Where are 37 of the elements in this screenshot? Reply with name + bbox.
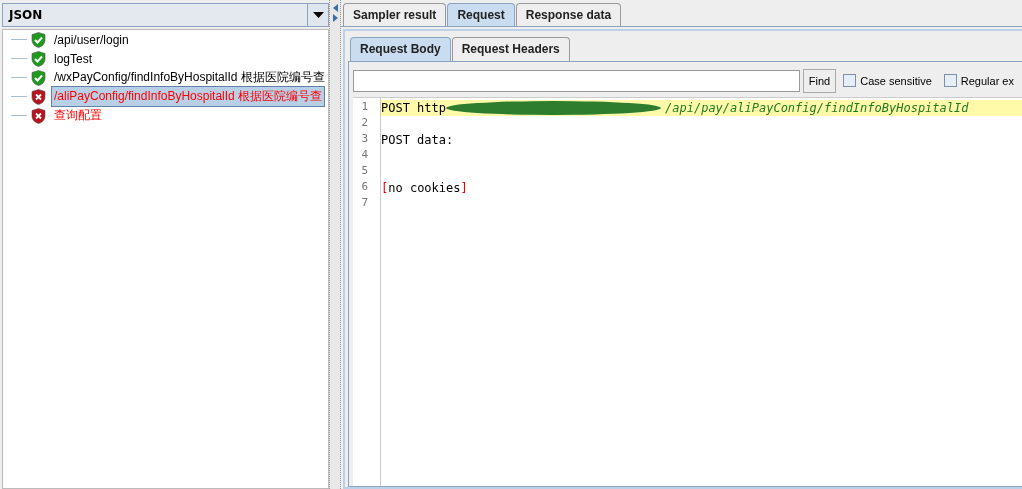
line-number: 5 — [360, 164, 369, 179]
shield-check-icon — [31, 69, 46, 86]
checkbox-label: Case sensitive — [860, 74, 932, 87]
find-button[interactable]: Find — [802, 68, 837, 93]
bracket: [ — [381, 181, 389, 195]
checkbox[interactable] — [943, 74, 957, 87]
line-number: 7 — [360, 196, 369, 211]
checkbox-label: Regular ex — [960, 74, 1014, 87]
line-number: 2 — [360, 116, 369, 131]
tree-item[interactable]: logTest — [51, 49, 96, 68]
tab[interactable]: Request Body — [350, 37, 451, 61]
search-field[interactable] — [353, 69, 800, 92]
line-number: 4 — [360, 148, 369, 163]
tree-item[interactable]: /api/user/login — [51, 30, 132, 49]
code-text: no cookies — [388, 181, 461, 195]
tree-item[interactable]: 查询配置 — [51, 105, 105, 126]
line-number: 3 — [360, 132, 369, 147]
code-text: POST data: — [381, 133, 454, 147]
shield-check-icon — [31, 50, 46, 67]
tab[interactable]: Request — [447, 3, 515, 26]
shield-cross-icon — [31, 88, 46, 105]
caret-icon — [312, 12, 324, 18]
bracket: ] — [460, 181, 468, 195]
code-text: POST http — [381, 101, 447, 115]
tab[interactable]: Sampler result — [343, 3, 447, 26]
combo-box[interactable]: JSON — [2, 3, 329, 27]
url-text: /api/pay/aliPayConfig/findInfoByHospitalId — [665, 101, 969, 115]
collapse-left-icon[interactable] — [332, 4, 338, 12]
line-number: 6 — [360, 180, 369, 195]
line-number: 1 — [360, 100, 369, 115]
tree-item[interactable]: /wxPayConfig/findInfoByHospitalId 根据医院编号查 — [51, 67, 328, 88]
tab[interactable]: Request Headers — [451, 37, 570, 61]
checkbox[interactable] — [843, 74, 857, 87]
tab[interactable]: Response data — [515, 3, 622, 26]
shield-cross-icon — [31, 107, 46, 124]
expand-right-icon[interactable] — [332, 14, 338, 22]
combo-value: JSON — [7, 7, 44, 24]
